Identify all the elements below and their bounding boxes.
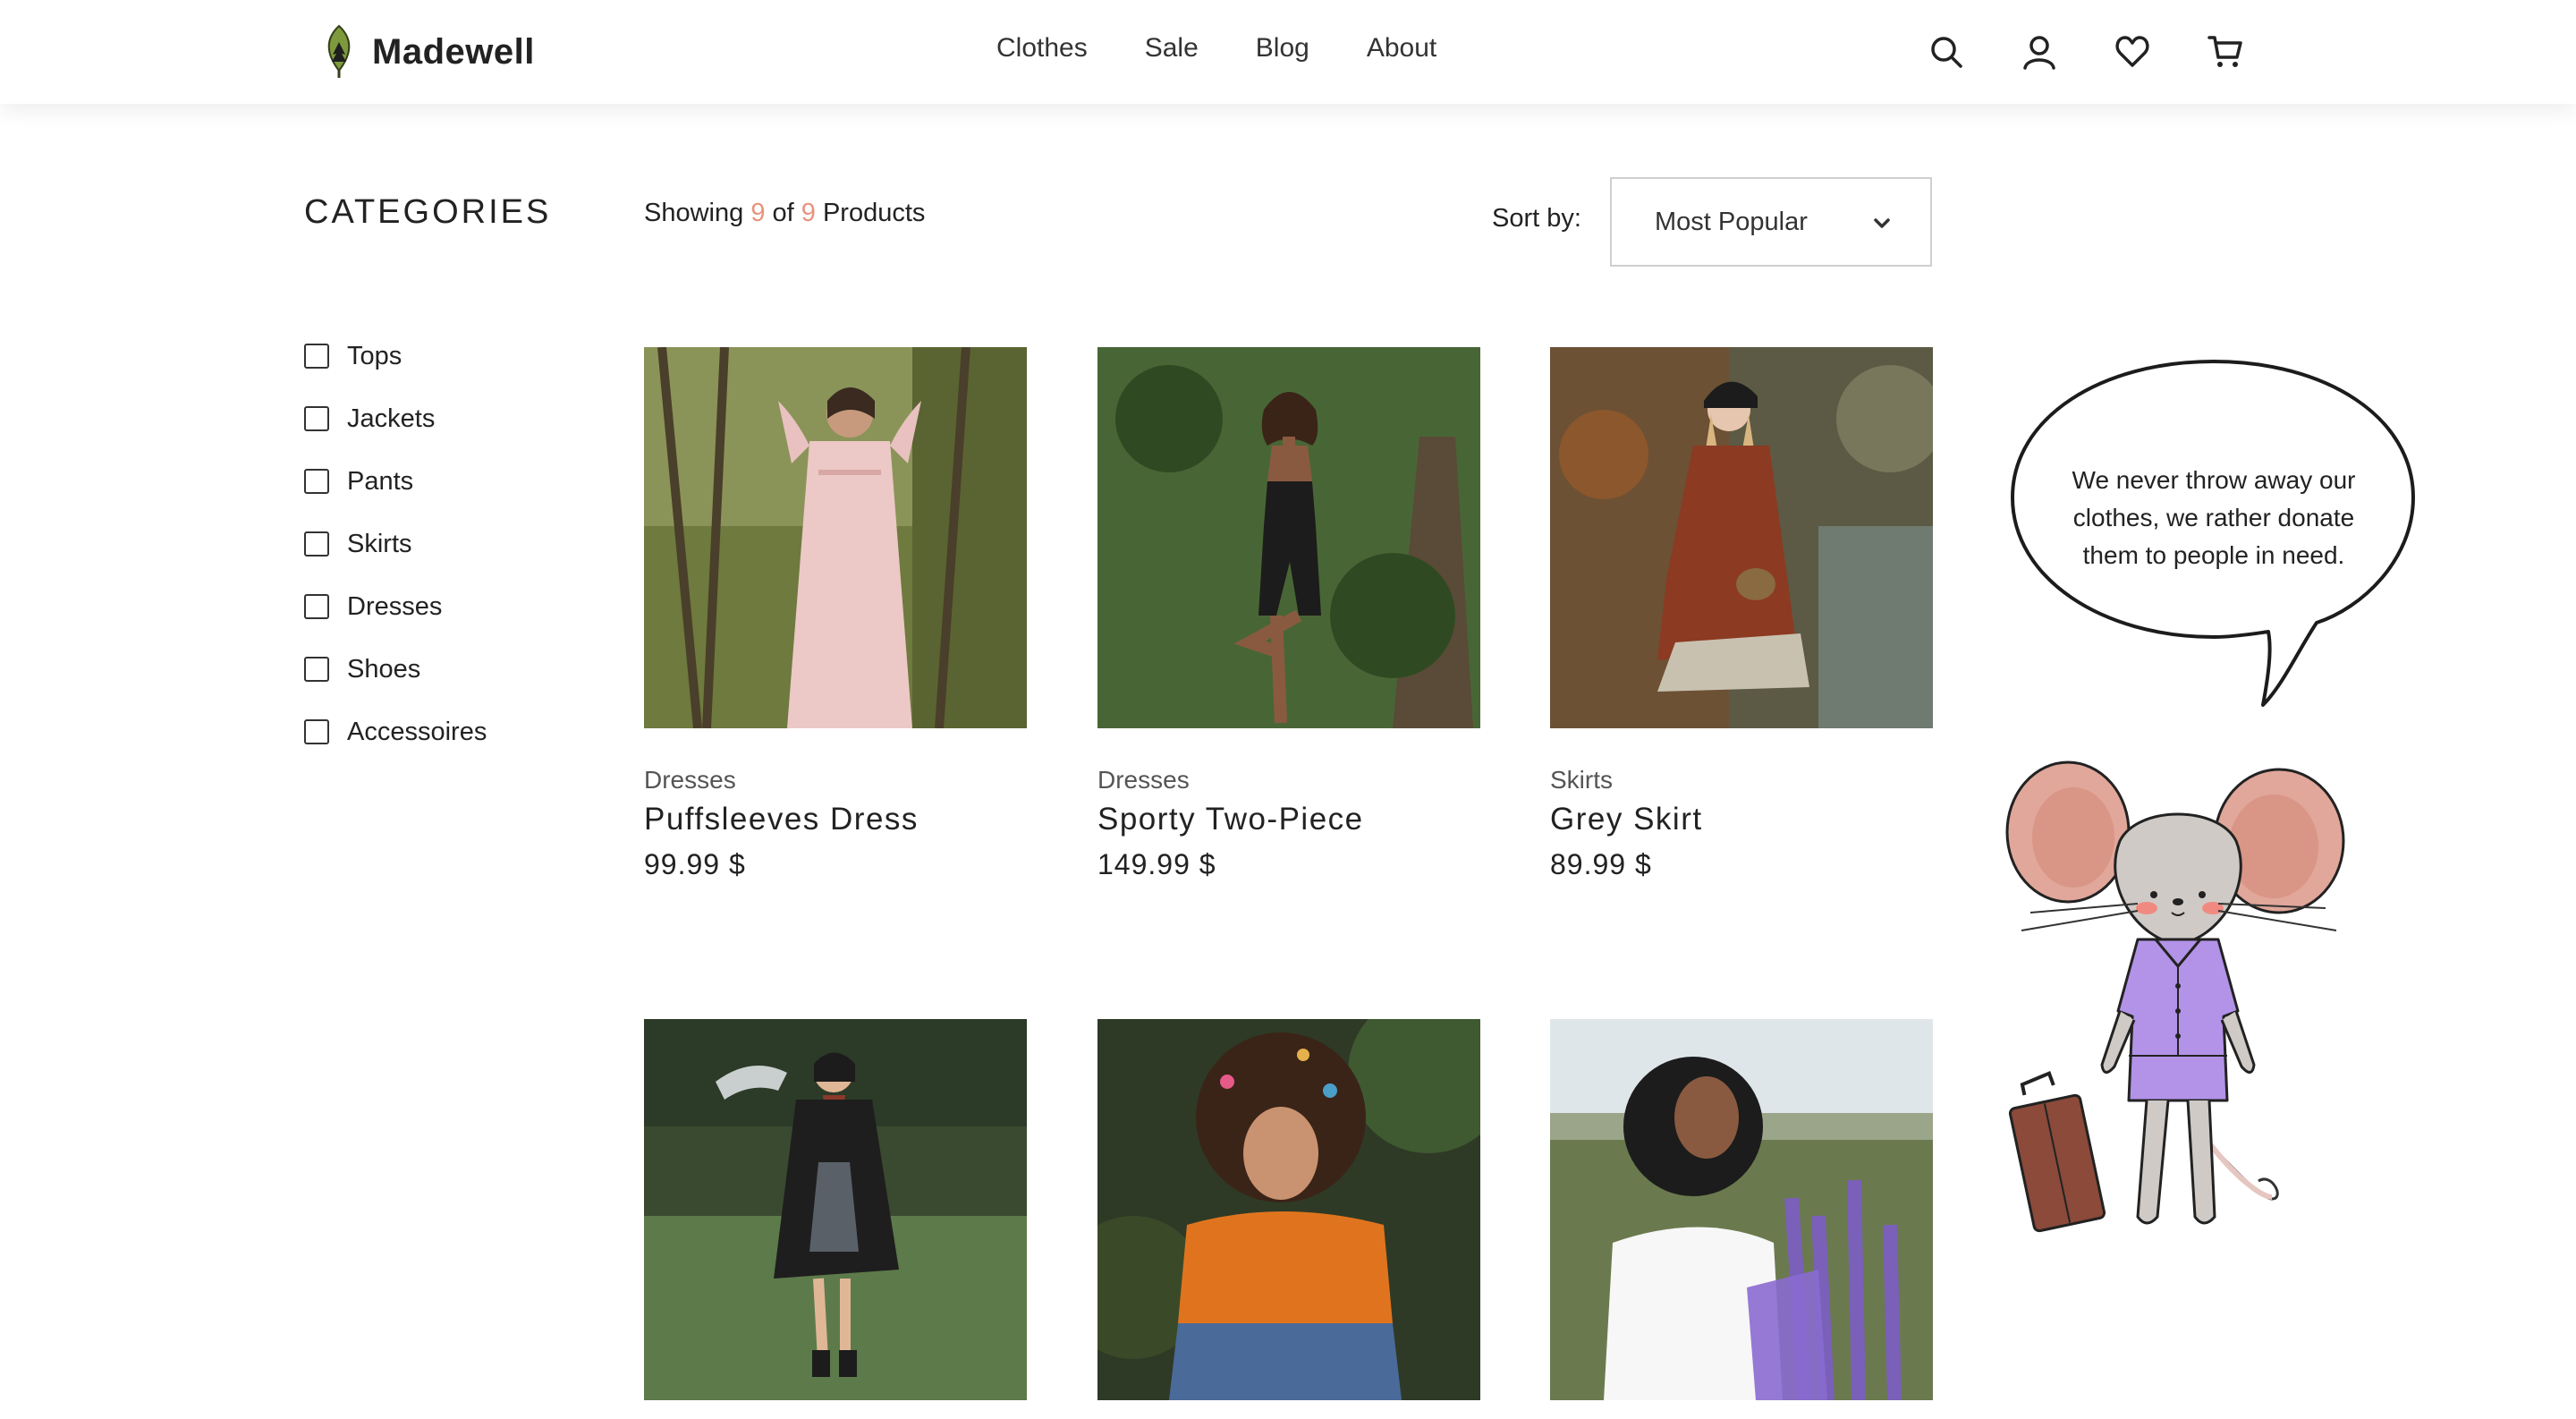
category-filter-pants[interactable]: Pants bbox=[304, 463, 487, 499]
category-label: Shoes bbox=[347, 654, 421, 684]
category-filter-dresses[interactable]: Dresses bbox=[304, 589, 487, 625]
checkbox[interactable] bbox=[304, 594, 329, 619]
product-card[interactable] bbox=[644, 1019, 1027, 1400]
total-count: 9 bbox=[801, 199, 816, 227]
product-card[interactable]: Dresses Puffsleeves Dress 99.99 $ bbox=[644, 347, 1027, 880]
nav-blog[interactable]: Blog bbox=[1256, 33, 1309, 64]
product-image[interactable] bbox=[1097, 1019, 1480, 1400]
checkbox[interactable] bbox=[304, 719, 329, 744]
nav-about[interactable]: About bbox=[1367, 33, 1436, 64]
category-filter-tops[interactable]: Tops bbox=[304, 338, 487, 374]
cart-icon[interactable] bbox=[2204, 30, 2247, 73]
product-image[interactable] bbox=[1550, 347, 1933, 728]
category-label: Pants bbox=[347, 466, 414, 496]
of-word: of bbox=[772, 199, 794, 227]
search-icon[interactable] bbox=[1925, 30, 1968, 73]
brand-logo[interactable]: Madewell bbox=[322, 24, 535, 79]
product-name[interactable]: Grey Skirt bbox=[1550, 802, 1703, 837]
product-card[interactable]: Dresses Sporty Two-Piece 149.99 $ bbox=[1097, 347, 1480, 880]
category-label: Accessoires bbox=[347, 717, 487, 746]
checkbox[interactable] bbox=[304, 657, 329, 682]
product-image[interactable] bbox=[1097, 347, 1480, 728]
product-card[interactable] bbox=[1097, 1019, 1480, 1400]
category-label: Tops bbox=[347, 341, 402, 370]
product-card[interactable]: Skirts Grey Skirt 89.99 $ bbox=[1550, 347, 1933, 880]
checkbox[interactable] bbox=[304, 406, 329, 431]
product-category: Skirts bbox=[1550, 766, 1613, 794]
product-category: Dresses bbox=[1097, 766, 1190, 794]
sort-label: Sort by: bbox=[1492, 204, 1581, 233]
results-count: Showing 9 of 9 Products bbox=[644, 199, 925, 228]
heart-icon[interactable] bbox=[2111, 30, 2154, 73]
checkbox[interactable] bbox=[304, 344, 329, 369]
category-label: Dresses bbox=[347, 591, 443, 621]
checkbox[interactable] bbox=[304, 531, 329, 557]
brand-name: Madewell bbox=[372, 31, 535, 72]
checkbox[interactable] bbox=[304, 469, 329, 494]
chevron-down-icon bbox=[1874, 218, 1890, 228]
product-image[interactable] bbox=[644, 1019, 1027, 1400]
product-image[interactable] bbox=[644, 347, 1027, 728]
mouse-mascot-illustration bbox=[2005, 760, 2345, 1233]
category-filter-shoes[interactable]: Shoes bbox=[304, 651, 487, 687]
product-image[interactable] bbox=[1550, 1019, 1933, 1400]
nav-sale[interactable]: Sale bbox=[1145, 33, 1199, 64]
header-actions bbox=[1925, 30, 2247, 73]
showing-suffix: Products bbox=[822, 199, 926, 227]
product-price: 149.99 $ bbox=[1097, 848, 1216, 880]
showing-prefix: Showing bbox=[644, 199, 744, 227]
main-nav: Clothes Sale Blog About bbox=[996, 33, 1436, 64]
speech-bubble-text: We never throw away our clothes, we rath… bbox=[2072, 466, 2356, 569]
product-name[interactable]: Sporty Two-Piece bbox=[1097, 802, 1364, 837]
product-category: Dresses bbox=[644, 766, 736, 794]
user-icon[interactable] bbox=[2018, 30, 2061, 73]
product-price: 89.99 $ bbox=[1550, 848, 1652, 880]
categories-heading: CATEGORIES bbox=[304, 193, 552, 231]
category-label: Jackets bbox=[347, 404, 436, 433]
category-filter-accessoires[interactable]: Accessoires bbox=[304, 714, 487, 750]
sort-selected-value: Most Popular bbox=[1655, 208, 1808, 236]
site-header: Madewell Clothes Sale Blog About bbox=[0, 0, 2576, 104]
shown-count: 9 bbox=[750, 199, 766, 227]
leaf-logo-icon bbox=[327, 24, 351, 78]
category-filter-skirts[interactable]: Skirts bbox=[304, 526, 487, 562]
category-label: Skirts bbox=[347, 529, 412, 558]
sort-dropdown[interactable]: Most Popular bbox=[1610, 177, 1932, 267]
category-filter-jackets[interactable]: Jackets bbox=[304, 401, 487, 437]
product-name[interactable]: Puffsleeves Dress bbox=[644, 802, 919, 837]
product-card[interactable] bbox=[1550, 1019, 1933, 1400]
nav-clothes[interactable]: Clothes bbox=[996, 33, 1088, 64]
product-price: 99.99 $ bbox=[644, 848, 746, 880]
category-filter-list: Tops Jackets Pants Skirts Dresses Shoes … bbox=[304, 338, 487, 777]
